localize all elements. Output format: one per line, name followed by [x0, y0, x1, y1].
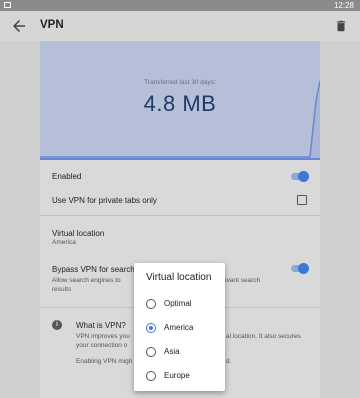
radio-button-selected[interactable]: [146, 323, 156, 333]
virtual-location-value: America: [52, 239, 76, 246]
traffic-value: 4.8 MB: [143, 91, 217, 116]
screenshot-icon: [4, 2, 11, 8]
bypass-desc-left: Allow search engines to: [52, 277, 121, 284]
option-label: Optimal: [164, 299, 192, 308]
what-is-line1-right: al location. It also secures: [226, 333, 301, 340]
app-bar: VPN: [0, 11, 360, 41]
radio-button[interactable]: [146, 371, 156, 381]
info-icon: i: [52, 320, 62, 330]
option-label: Asia: [164, 347, 180, 356]
radio-button[interactable]: [146, 347, 156, 357]
option-america[interactable]: America: [146, 321, 222, 335]
option-asia[interactable]: Asia: [146, 345, 222, 359]
virtual-location-row[interactable]: Virtual location America: [52, 229, 310, 248]
virtual-location-label: Virtual location: [52, 229, 105, 238]
page-title: VPN: [40, 19, 64, 31]
dialog-title: Virtual location: [146, 272, 212, 283]
traffic-graph: Transferred last 30 days: 4.8 MB: [40, 41, 320, 160]
what-is-line3-left: Enabling VPN migh: [76, 358, 133, 365]
enabled-row[interactable]: Enabled: [52, 172, 310, 181]
what-is-line1-left: VPN improves you: [76, 333, 130, 340]
toggle-knob: [298, 263, 309, 274]
traffic-label: Transferred last 30 days:: [144, 79, 216, 86]
radio-button[interactable]: [146, 299, 156, 309]
private-tabs-checkbox[interactable]: [297, 195, 307, 205]
what-is-line3-right: d.: [226, 358, 232, 365]
toggle-knob: [298, 171, 309, 182]
private-tabs-row[interactable]: Use VPN for private tabs only: [52, 196, 310, 205]
bypass-toggle[interactable]: [291, 263, 309, 274]
private-tabs-label: Use VPN for private tabs only: [52, 196, 157, 205]
option-label: Europe: [164, 371, 190, 380]
option-optimal[interactable]: Optimal: [146, 297, 222, 311]
trash-icon[interactable]: [334, 19, 348, 33]
option-europe[interactable]: Europe: [146, 369, 222, 383]
status-bar: 12:28: [0, 0, 360, 11]
arrow-left-icon[interactable]: [10, 17, 28, 35]
divider: [40, 215, 320, 216]
option-label: America: [164, 323, 194, 332]
virtual-location-dialog: Virtual location Optimal America Asia Eu…: [134, 263, 225, 391]
enabled-toggle[interactable]: [291, 171, 309, 182]
enabled-label: Enabled: [52, 172, 82, 181]
status-time: 12:28: [333, 1, 354, 10]
